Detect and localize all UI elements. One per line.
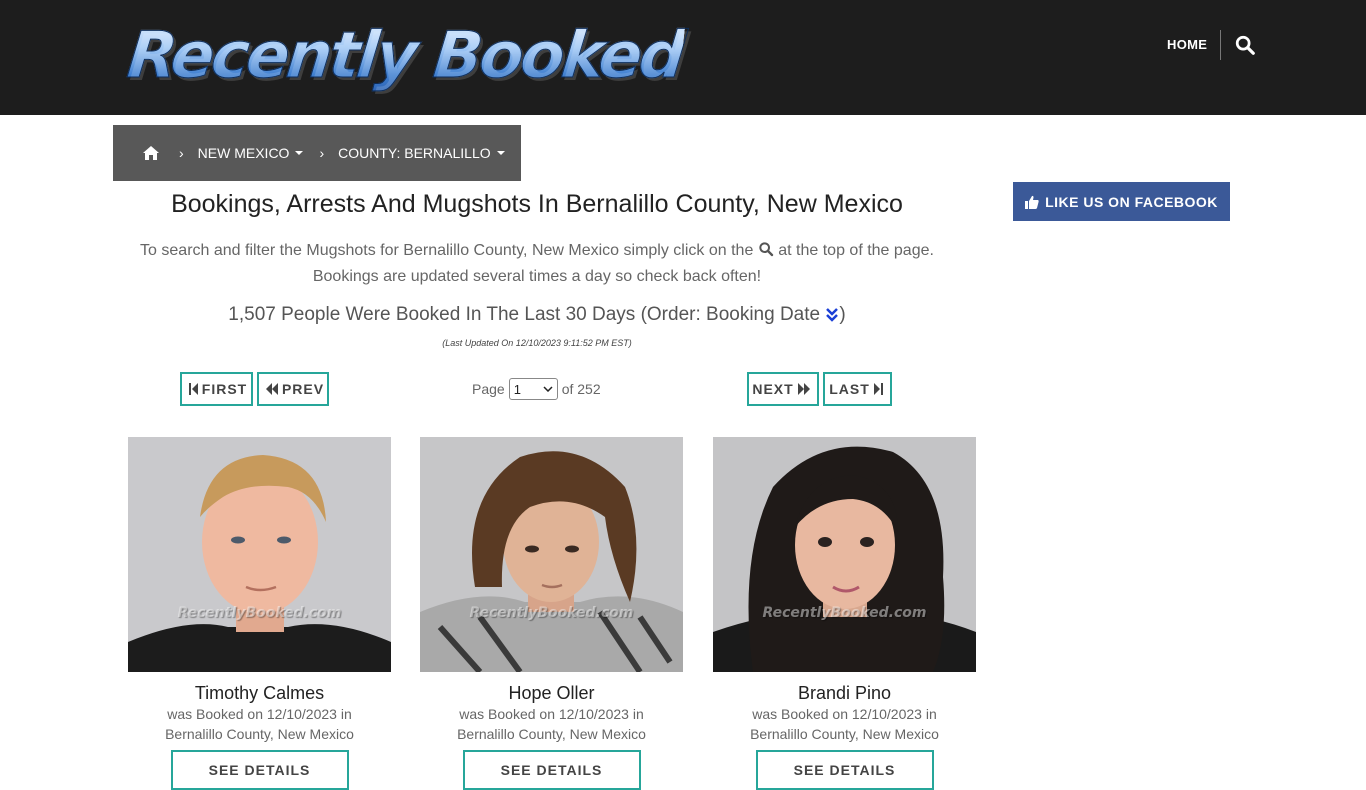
breadcrumb-state-label: NEW MEXICO: [197, 145, 290, 161]
forward-icon: [797, 383, 810, 395]
watermark: RecentlyBooked.com: [469, 605, 634, 621]
intro-text-line2: Bookings are updated several times a day…: [312, 268, 762, 285]
watermark: RecentlyBooked.com: [762, 605, 927, 621]
step-backward-icon: [188, 383, 198, 395]
see-details-button[interactable]: SEE DETAILS: [170, 750, 349, 790]
booked-line-2: Bernalillo County, New Mexico: [165, 726, 354, 742]
next-page-button[interactable]: NEXT: [747, 372, 819, 406]
chevron-down-icon: [543, 386, 553, 392]
breadcrumb: › NEW MEXICO › COUNTY: BERNALILLO: [113, 125, 521, 181]
last-updated-text: (Last Updated On 12/10/2023 9:11:52 PM E…: [442, 338, 632, 348]
breadcrumb-county-dropdown[interactable]: COUNTY: BERNALILLO: [338, 145, 505, 161]
mugshot-photo[interactable]: RecentlyBooked.com: [420, 437, 683, 672]
watermark: RecentlyBooked.com: [177, 605, 342, 621]
intro-text-part2: at the top of the page.: [778, 242, 934, 259]
mugshot-photo[interactable]: RecentlyBooked.com: [128, 437, 391, 672]
last-page-button[interactable]: LAST: [823, 372, 892, 406]
site-header: Recently Booked HOME: [0, 0, 1366, 115]
facebook-like-label: LIKE US ON FACEBOOK: [1045, 193, 1218, 210]
prev-page-label: PREV: [281, 381, 325, 397]
caret-down-icon: [496, 151, 505, 155]
chevron-right-icon: ›: [319, 145, 325, 161]
booked-line-2: Bernalillo County, New Mexico: [750, 726, 939, 742]
prev-page-button[interactable]: PREV: [257, 372, 329, 406]
facebook-like-button[interactable]: LIKE US ON FACEBOOK: [1013, 182, 1230, 221]
mugshot-photo[interactable]: RecentlyBooked.com: [713, 437, 976, 672]
mugshot-card[interactable]: RecentlyBooked.com Brandi Pino was Booke…: [713, 437, 976, 790]
see-details-button[interactable]: SEE DETAILS: [462, 750, 641, 790]
booked-line-1: was Booked on 12/10/2023 in: [752, 706, 937, 722]
nav-home-link[interactable]: HOME: [1167, 37, 1207, 52]
mugshot-card[interactable]: RecentlyBooked.com Hope Oller was Booked…: [420, 437, 683, 790]
mugshot-card[interactable]: RecentlyBooked.com Timothy Calmes was Bo…: [128, 437, 391, 790]
person-name[interactable]: Hope Oller: [420, 683, 683, 704]
site-logo[interactable]: Recently Booked: [124, 18, 687, 94]
booked-line-1: was Booked on 12/10/2023 in: [167, 706, 352, 722]
booked-line-2: Bernalillo County, New Mexico: [457, 726, 646, 742]
see-details-button[interactable]: SEE DETAILS: [755, 750, 934, 790]
breadcrumb-state-dropdown[interactable]: NEW MEXICO: [198, 145, 304, 161]
home-icon[interactable]: [143, 146, 159, 160]
backward-icon: [265, 383, 278, 395]
booked-line-1: was Booked on 12/10/2023 in: [459, 706, 644, 722]
caret-down-icon: [295, 151, 304, 155]
page-title: Bookings, Arrests And Mugshots In Bernal…: [171, 190, 903, 218]
intro-text-part1: To search and filter the Mugshots for Be…: [140, 242, 754, 259]
last-page-label: LAST: [829, 381, 870, 397]
booking-count: 1,507 People Were Booked In The Last 30 …: [113, 304, 961, 326]
chevron-right-icon: ›: [179, 145, 184, 161]
page-of-label: of 252: [561, 381, 601, 397]
page-selector: Page 1 of 252: [472, 378, 601, 400]
nav-divider: [1220, 30, 1221, 60]
person-name[interactable]: Brandi Pino: [713, 683, 976, 704]
search-icon[interactable]: [1234, 34, 1256, 56]
mugshot-image: [420, 437, 683, 672]
first-page-label: FIRST: [201, 381, 248, 397]
page-label: Page: [472, 381, 505, 397]
search-icon: [759, 242, 773, 257]
page-select-value: 1: [513, 381, 521, 397]
mugshot-image: [128, 437, 391, 672]
booking-count-close: ): [839, 304, 846, 325]
page-select-dropdown[interactable]: 1: [508, 378, 558, 400]
next-page-label: NEXT: [752, 381, 794, 397]
first-page-button[interactable]: FIRST: [180, 372, 253, 406]
double-chevron-down-icon[interactable]: [825, 307, 839, 323]
mugshot-image: [713, 437, 976, 672]
booking-count-text: 1,507 People Were Booked In The Last 30 …: [228, 304, 821, 325]
person-name[interactable]: Timothy Calmes: [128, 683, 391, 704]
intro-text: To search and filter the Mugshots for Be…: [113, 238, 961, 290]
step-forward-icon: [873, 383, 883, 395]
thumbs-up-icon: [1025, 195, 1039, 209]
breadcrumb-county-label: COUNTY: BERNALILLO: [338, 145, 491, 161]
